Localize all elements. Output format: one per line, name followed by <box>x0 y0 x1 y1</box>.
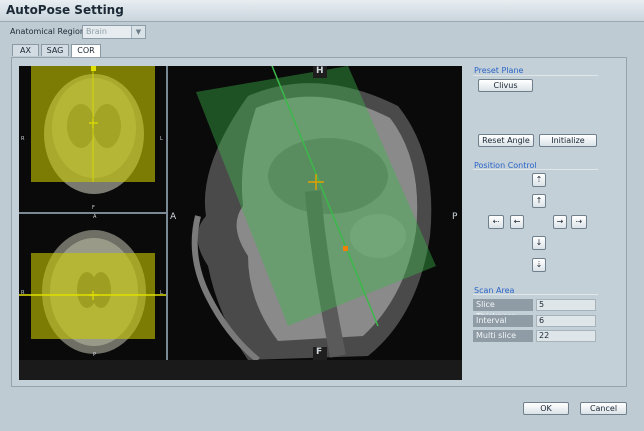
move-down-button[interactable]: ↓ <box>532 236 546 250</box>
position-control-divider <box>473 169 598 170</box>
reset-angle-button[interactable]: Reset Angle <box>478 134 534 147</box>
arrow-down-icon: ↓ <box>535 238 543 247</box>
coronal-label-left: R <box>21 136 25 142</box>
sagittal-label-anterior: A <box>170 212 177 222</box>
arrow-left-icon: ← <box>513 217 521 226</box>
axial-label-right: L <box>160 290 163 296</box>
move-up-button[interactable]: ↑ <box>532 194 546 208</box>
move-right-fast-button[interactable]: ⇢ <box>571 215 587 229</box>
sagittal-main-view[interactable] <box>168 66 462 360</box>
tab-ax[interactable]: AX <box>12 44 39 56</box>
ok-button[interactable]: OK <box>523 402 569 415</box>
anatomical-region-label: Anatomical Region <box>10 27 85 36</box>
viewer-status-strip <box>19 360 462 380</box>
sagittal-label-posterior: P <box>452 212 458 222</box>
arrow-up-icon: ↑ <box>535 196 543 205</box>
sagittal-label-foot: F <box>316 347 323 357</box>
clivus-button[interactable]: Clivus <box>478 79 533 92</box>
anatomical-region-select[interactable]: Brain ▼ <box>82 25 146 39</box>
move-up-fast-button[interactable]: ⇡ <box>532 173 546 187</box>
double-arrow-right-icon: ⇢ <box>575 217 583 226</box>
anatomical-region-value: Brain <box>86 27 107 36</box>
preset-plane-header: Preset Plane <box>474 66 524 75</box>
coronal-label-bottom: F <box>92 205 95 211</box>
coronal-thumbnail[interactable] <box>19 66 166 212</box>
thumbnail-divider-horizontal <box>19 212 166 214</box>
cancel-button[interactable]: Cancel <box>580 402 627 415</box>
double-arrow-up-icon: ⇡ <box>535 175 543 184</box>
move-down-fast-button[interactable]: ⇣ <box>532 258 546 272</box>
tab-sag[interactable]: SAG <box>41 44 69 56</box>
double-arrow-down-icon: ⇣ <box>535 260 543 269</box>
slice-thickness-field[interactable]: 5 <box>536 299 596 311</box>
chevron-down-icon[interactable]: ▼ <box>131 26 145 38</box>
slice-thickness-label: Slice Thickness <box>473 299 533 321</box>
initialize-button[interactable]: Initialize <box>539 134 597 147</box>
window-title: AutoPose Setting <box>6 3 124 17</box>
move-right-button[interactable]: → <box>553 215 567 229</box>
tab-cor[interactable]: COR <box>71 44 101 57</box>
arrow-right-icon: → <box>556 217 564 226</box>
scan-plane-handle[interactable] <box>343 246 348 251</box>
interval-field[interactable]: 6 <box>536 315 596 327</box>
interval-label: Interval <box>473 315 533 327</box>
multi-slice-label: Multi slice <box>473 330 533 342</box>
axial-label-left: R <box>21 290 25 296</box>
coronal-label-right: L <box>160 136 163 142</box>
multi-slice-field[interactable]: 22 <box>536 330 596 342</box>
preset-plane-divider <box>473 75 598 76</box>
axial-label-bottom: P <box>93 352 97 358</box>
move-left-fast-button[interactable]: ⇠ <box>488 215 504 229</box>
move-left-button[interactable]: ← <box>510 215 524 229</box>
sagittal-label-head: H <box>316 66 324 76</box>
double-arrow-left-icon: ⇠ <box>492 217 500 226</box>
scan-area-divider <box>473 294 598 295</box>
axial-label-top: A <box>93 214 97 220</box>
axial-thumbnail[interactable] <box>19 214 166 360</box>
